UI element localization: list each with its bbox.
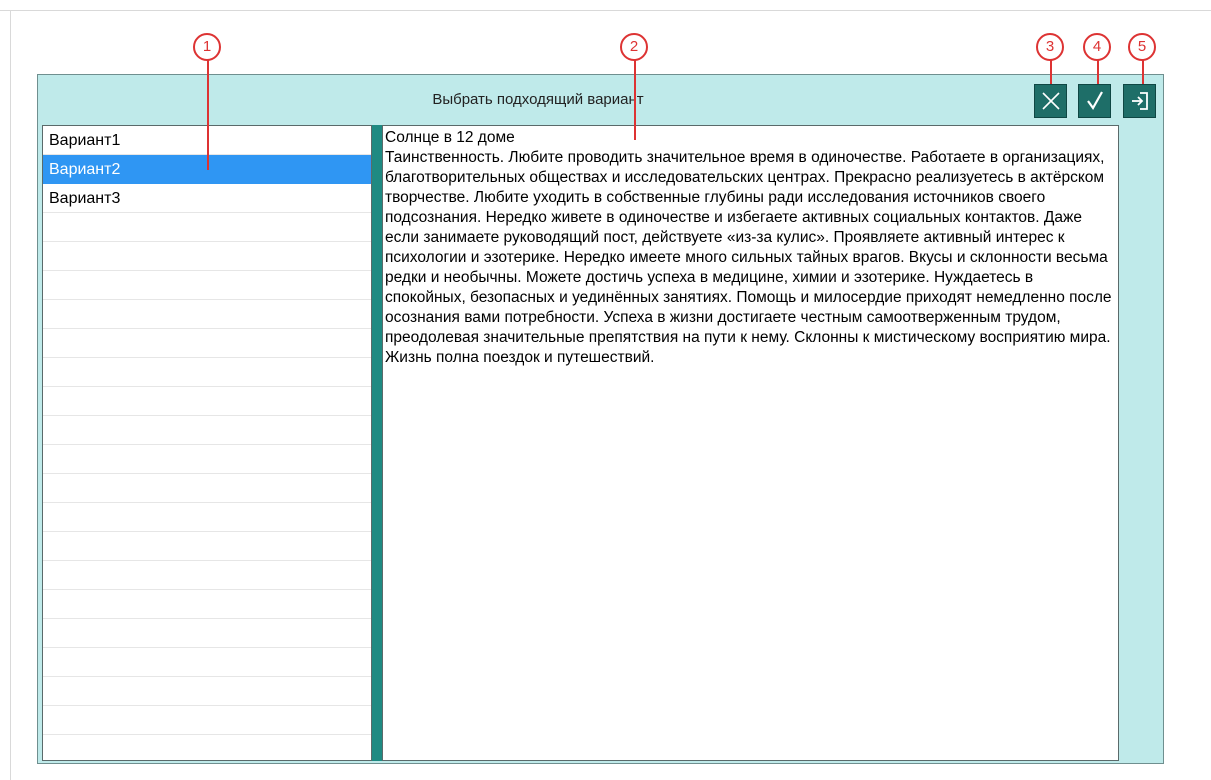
exit-icon <box>1131 92 1148 110</box>
callout-leader-5 <box>1142 60 1144 84</box>
list-empty-row <box>43 532 371 561</box>
list-empty-row <box>43 561 371 590</box>
callout-marker-3: 3 <box>1036 33 1064 61</box>
callout-marker-1: 1 <box>193 33 221 61</box>
callout-leader-3 <box>1050 60 1052 84</box>
list-empty-row <box>43 387 371 416</box>
frame-border-top <box>0 10 1211 11</box>
exit-button[interactable] <box>1123 84 1156 118</box>
callout-marker-2: 2 <box>620 33 648 61</box>
description-text: Таинственность. Любите проводить значите… <box>385 149 1112 366</box>
list-empty-row <box>43 648 371 677</box>
list-empty-row <box>43 242 371 271</box>
callout-marker-5: 5 <box>1128 33 1156 61</box>
check-icon <box>1086 91 1103 111</box>
frame-border-left <box>10 10 11 780</box>
list-empty-row <box>43 416 371 445</box>
callout-marker-4: 4 <box>1083 33 1111 61</box>
list-empty-row <box>43 706 371 735</box>
panel-splitter[interactable] <box>372 125 382 761</box>
callout-leader-2 <box>634 60 636 140</box>
confirm-button[interactable] <box>1078 84 1111 118</box>
variant-list[interactable]: Вариант1 Вариант2 Вариант3 <box>42 125 372 761</box>
list-item-variant3[interactable]: Вариант3 <box>43 184 371 213</box>
list-empty-row <box>43 503 371 532</box>
list-empty-row <box>43 677 371 706</box>
list-empty-row <box>43 735 371 760</box>
description-title: Солнце в 12 доме <box>385 129 515 146</box>
description-panel: Солнце в 12 доме Таинственность. Любите … <box>382 125 1119 761</box>
list-empty-row <box>43 619 371 648</box>
cancel-icon <box>1041 92 1060 110</box>
dialog-title: Выбрать подходящий вариант <box>432 91 644 108</box>
list-empty-row <box>43 358 371 387</box>
list-empty-row <box>43 300 371 329</box>
list-empty-row <box>43 445 371 474</box>
list-empty-row <box>43 271 371 300</box>
list-empty-row <box>43 329 371 358</box>
list-empty-row <box>43 474 371 503</box>
list-empty-row <box>43 213 371 242</box>
callout-leader-1 <box>207 60 209 170</box>
list-empty-row <box>43 590 371 619</box>
callout-leader-4 <box>1097 60 1099 84</box>
variant-dialog: Выбрать подходящий вариант Вариант1 Вари… <box>37 74 1164 764</box>
cancel-button[interactable] <box>1034 84 1067 118</box>
